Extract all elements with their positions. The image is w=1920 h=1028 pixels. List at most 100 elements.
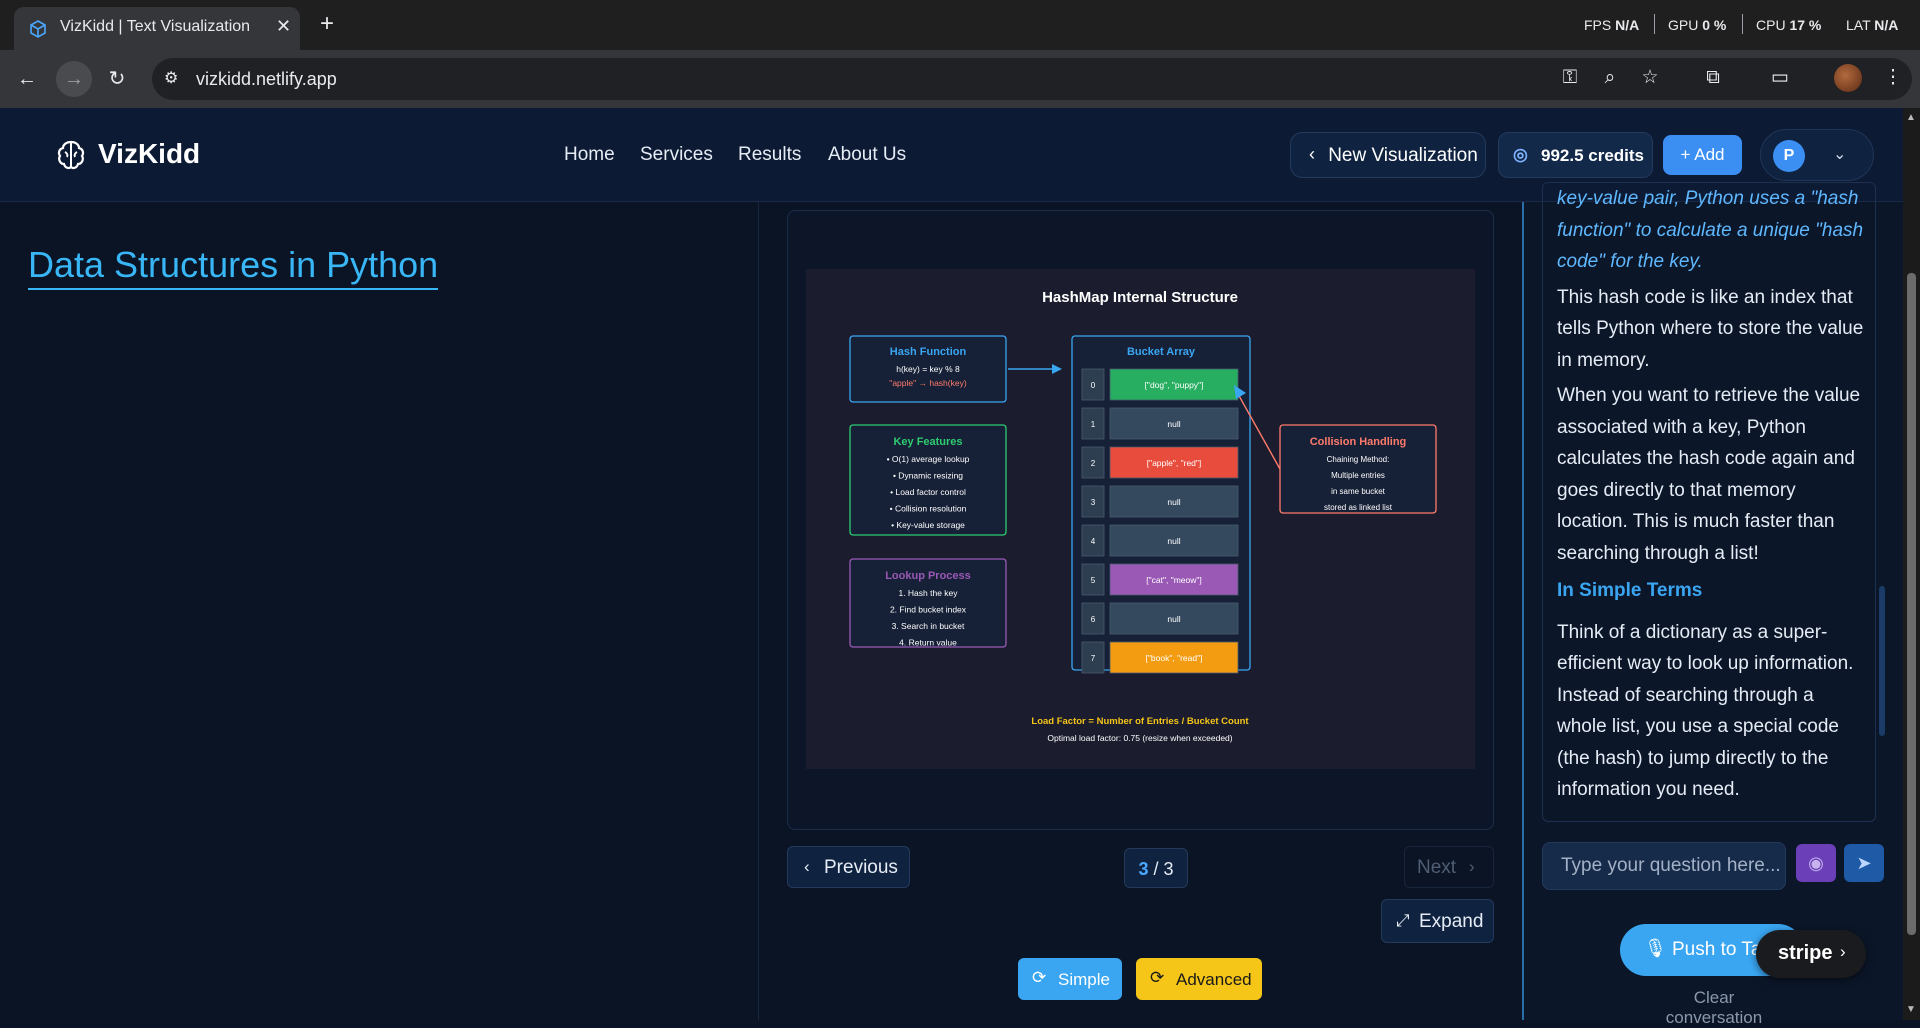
fps-readout: FPS N/A	[1584, 17, 1640, 33]
collision-item: stored as linked list	[1324, 503, 1393, 512]
refresh-icon: ⟳	[1032, 968, 1047, 987]
collision-item: Chaining Method:	[1327, 455, 1390, 464]
stripe-badge[interactable]: stripe ›	[1756, 930, 1866, 978]
load-factor-text: Load Factor = Number of Entries / Bucket…	[1031, 716, 1249, 727]
hash-function-title: Hash Function	[890, 346, 967, 358]
bucket-value: null	[1167, 614, 1180, 624]
key-feature-item: • Collision resolution	[890, 504, 967, 514]
perf-divider	[1742, 14, 1743, 34]
key-feature-item: • Key-value storage	[891, 520, 965, 530]
site-info-icon[interactable]: ⚙	[164, 68, 186, 90]
hashmap-diagram: HashMap Internal Structure Hash Function…	[806, 269, 1475, 769]
collision-item: in same bucket	[1331, 487, 1386, 496]
chat-messages[interactable]: key-value pair, Python uses a "hash func…	[1542, 182, 1876, 822]
lookup-step-item: 3. Search in bucket	[892, 621, 965, 631]
collision-title: Collision Handling	[1310, 436, 1407, 448]
bucket-value: ["dog", "puppy"]	[1145, 380, 1204, 390]
key-icon[interactable]: ⚿	[1557, 65, 1583, 91]
hash-function-formula: h(key) = key % 8	[896, 364, 960, 374]
advanced-button[interactable]: ⟳ Advanced	[1136, 958, 1262, 1000]
nav-results[interactable]: Results	[738, 144, 801, 166]
expand-button[interactable]: ⤢ Expand	[1381, 899, 1494, 943]
lookup-step-item: 4. Return value	[899, 638, 957, 648]
gpu-readout: GPU 0 %	[1668, 17, 1727, 33]
bucket-index: 7	[1091, 654, 1096, 663]
add-credits-button[interactable]: + Add	[1663, 135, 1742, 175]
nav-about-us[interactable]: About Us	[828, 144, 906, 166]
key-feature-item: • Load factor control	[890, 487, 966, 497]
chevron-down-icon: ⌄	[1833, 146, 1847, 163]
scrollbar-thumb[interactable]	[1907, 273, 1916, 935]
new-visualization-button[interactable]: ‹ New Visualization	[1290, 132, 1486, 178]
star-icon[interactable]: ☆	[1637, 65, 1663, 91]
back-icon[interactable]: ←	[12, 64, 42, 94]
bucket-value: ["book", "read"]	[1146, 653, 1203, 663]
zoom-icon[interactable]: ⌕	[1597, 65, 1623, 91]
scroll-up-icon[interactable]: ▲	[1906, 112, 1916, 123]
logo-text[interactable]: VizKidd	[98, 138, 200, 170]
reload-icon[interactable]: ↻	[102, 64, 132, 94]
optimal-text: Optimal load factor: 0.75 (resize when e…	[1047, 733, 1232, 743]
nav-home[interactable]: Home	[564, 144, 615, 166]
extensions-icon[interactable]: ⧉	[1700, 65, 1726, 91]
forward-icon[interactable]: →	[56, 61, 92, 97]
nav-services[interactable]: Services	[640, 144, 713, 166]
bucket-value: null	[1167, 536, 1180, 546]
microphone-icon: 🎙	[1644, 938, 1667, 958]
chat-scrollbar[interactable]	[1879, 586, 1885, 736]
lookup-step-item: 2. Find bucket index	[890, 605, 967, 615]
bucket-index: 5	[1091, 576, 1096, 585]
browser-toolbar: ← → ↻ ⚙ vizkidd.netlify.app ⚿ ⌕ ☆ ⧉ ▭ ⋮	[0, 50, 1920, 108]
close-tab-icon[interactable]: ✕	[276, 16, 291, 37]
eye-icon[interactable]: ◉	[1796, 844, 1836, 882]
chevron-left-icon: ‹	[804, 857, 810, 876]
bucket-index: 0	[1091, 381, 1096, 390]
bucket-value: null	[1167, 419, 1180, 429]
diagram-title: HashMap Internal Structure	[1042, 289, 1238, 306]
chat-paragraph: This hash code is like an index that tel…	[1557, 286, 1864, 371]
avatar: P	[1773, 140, 1805, 172]
hash-function-example: "apple" → hash(key)	[889, 378, 967, 388]
lookup-step-item: 1. Hash the key	[898, 588, 958, 598]
user-menu[interactable]: P ⌄	[1760, 129, 1874, 181]
chat-paragraph: When you want to retrieve the value asso…	[1557, 385, 1861, 564]
browser-tab-bar: VizKidd | Text Visualization ✕ + FPS N/A…	[0, 0, 1920, 50]
perf-divider	[1654, 14, 1655, 34]
browser-tab[interactable]: VizKidd | Text Visualization ✕	[14, 7, 300, 50]
page-scrollbar[interactable]: ▲ ▼	[1903, 108, 1920, 1020]
refresh-icon: ⟳	[1150, 968, 1165, 987]
bucket-index: 6	[1091, 615, 1096, 624]
scroll-down-icon[interactable]: ▼	[1906, 1004, 1916, 1015]
key-features-title: Key Features	[893, 436, 962, 448]
chat-panel: key-value pair, Python uses a "hash func…	[1522, 182, 1903, 1027]
bucket-array-title: Bucket Array	[1127, 346, 1196, 358]
lat-readout: LAT N/A	[1846, 17, 1899, 33]
new-tab-icon[interactable]: +	[320, 10, 334, 38]
coins-icon: ◎	[1513, 145, 1528, 164]
next-button[interactable]: Next ›	[1404, 846, 1494, 888]
bucket-value: ["apple", "red"]	[1147, 458, 1202, 468]
page-indicator: 3 / 3	[1124, 848, 1188, 888]
send-icon[interactable]: ➤	[1844, 844, 1884, 882]
bucket-value: ["cat", "meow"]	[1146, 575, 1202, 585]
chevron-right-icon: ›	[1469, 857, 1475, 876]
brain-icon	[57, 140, 85, 170]
profile-avatar[interactable]	[1834, 64, 1862, 92]
chevron-left-icon: ‹	[1309, 144, 1315, 164]
menu-icon[interactable]: ⋮	[1880, 65, 1906, 91]
tab-search-icon[interactable]: ▭	[1767, 65, 1793, 91]
key-feature-item: • Dynamic resizing	[893, 471, 963, 481]
clear-conversation-link[interactable]: Clear conversation	[1644, 988, 1784, 1028]
visualization-card: HashMap Internal Structure Hash Function…	[787, 210, 1494, 830]
simple-button[interactable]: ⟳ Simple	[1018, 958, 1122, 1000]
collision-item: Multiple entries	[1331, 471, 1385, 480]
previous-button[interactable]: ‹ Previous	[787, 846, 910, 888]
cpu-readout: CPU 17 %	[1756, 17, 1822, 33]
page-title: Data Structures in Python	[28, 244, 439, 290]
bucket-value: null	[1167, 497, 1180, 507]
bucket-index: 3	[1091, 498, 1096, 507]
question-input[interactable]: Type your question here...	[1542, 842, 1786, 890]
main-content: Data Structures in Python HashMap Intern…	[0, 182, 1903, 1027]
chat-paragraph: Think of a dictionary as a super-efficie…	[1557, 621, 1854, 801]
expand-icon: ⤢	[1396, 911, 1410, 930]
